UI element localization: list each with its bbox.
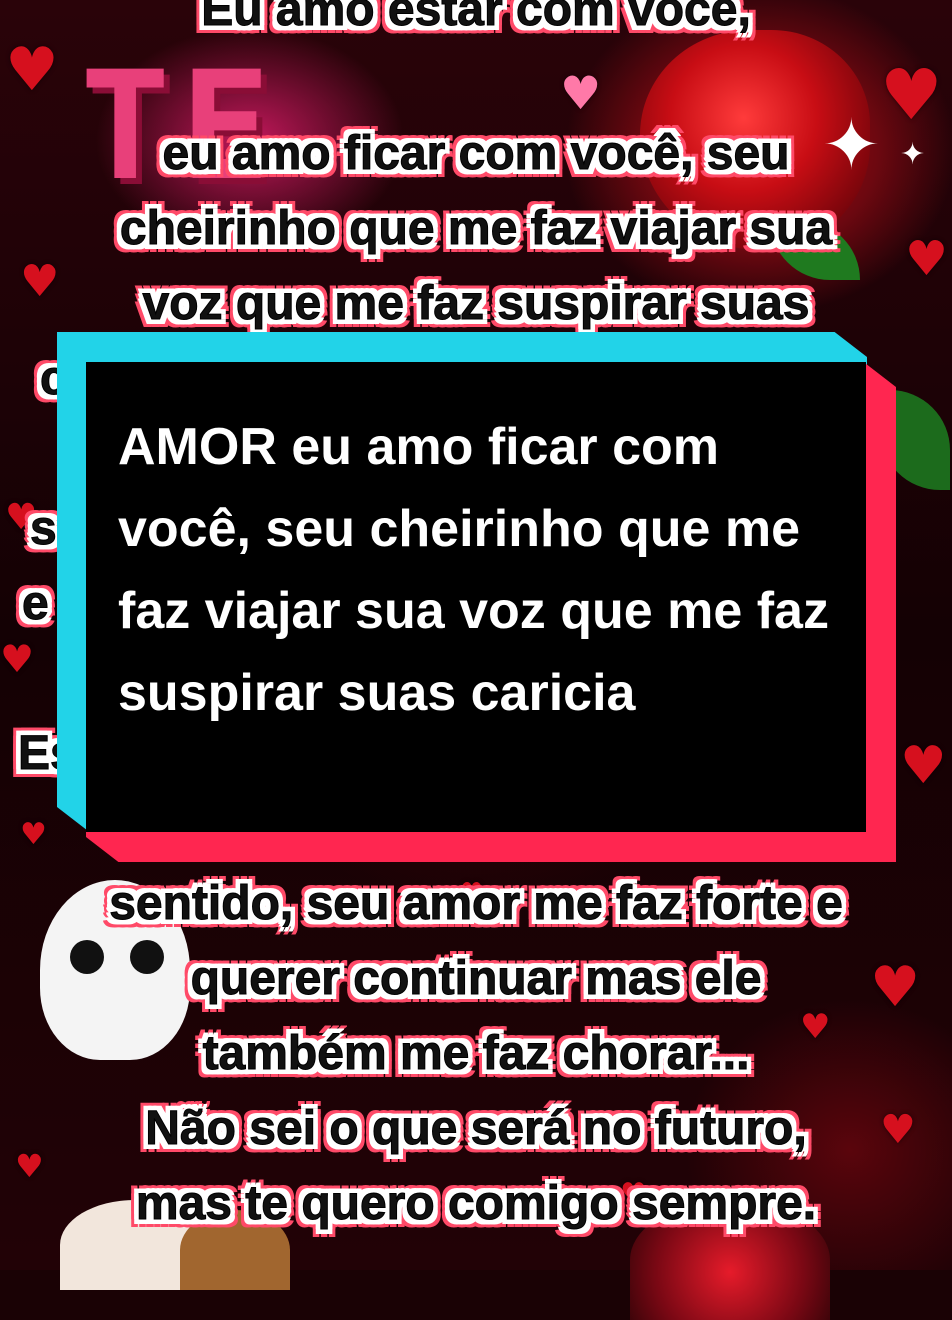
background-line: também me faz chorar...: [202, 1027, 750, 1080]
heart-icon: ♥: [5, 35, 59, 105]
heart-icon: ♥: [20, 817, 47, 852]
heart-icon: ♥: [15, 1147, 44, 1185]
background-line: eu amo ficar com você, seu: [162, 127, 790, 180]
background-line: Não sei o que será no futuro,: [145, 1102, 807, 1155]
edge-fragment: s: [30, 502, 58, 555]
heart-icon: ♥: [0, 637, 35, 681]
background-line: cheirinho que me faz viajar sua: [119, 202, 833, 255]
card-caption-text: AMOR eu amo ficar com você, seu cheirinh…: [118, 418, 829, 722]
background-line: voz que me faz suspirar suas: [142, 277, 810, 330]
caption-card: AMOR eu amo ficar com você, seu cheirinh…: [57, 332, 896, 862]
heart-icon: ♥: [900, 736, 947, 796]
background-line: Eu amo estar com você,: [201, 0, 752, 36]
background-line: querer continuar mas ele: [190, 952, 762, 1005]
heart-icon: ♥: [880, 54, 943, 136]
edge-fragment: e: [22, 577, 50, 630]
heart-icon: ♥: [560, 66, 602, 120]
background-line: sentido, seu amor me faz forte e: [109, 877, 844, 930]
background-line: mas te quero comigo sempre.: [135, 1177, 817, 1230]
